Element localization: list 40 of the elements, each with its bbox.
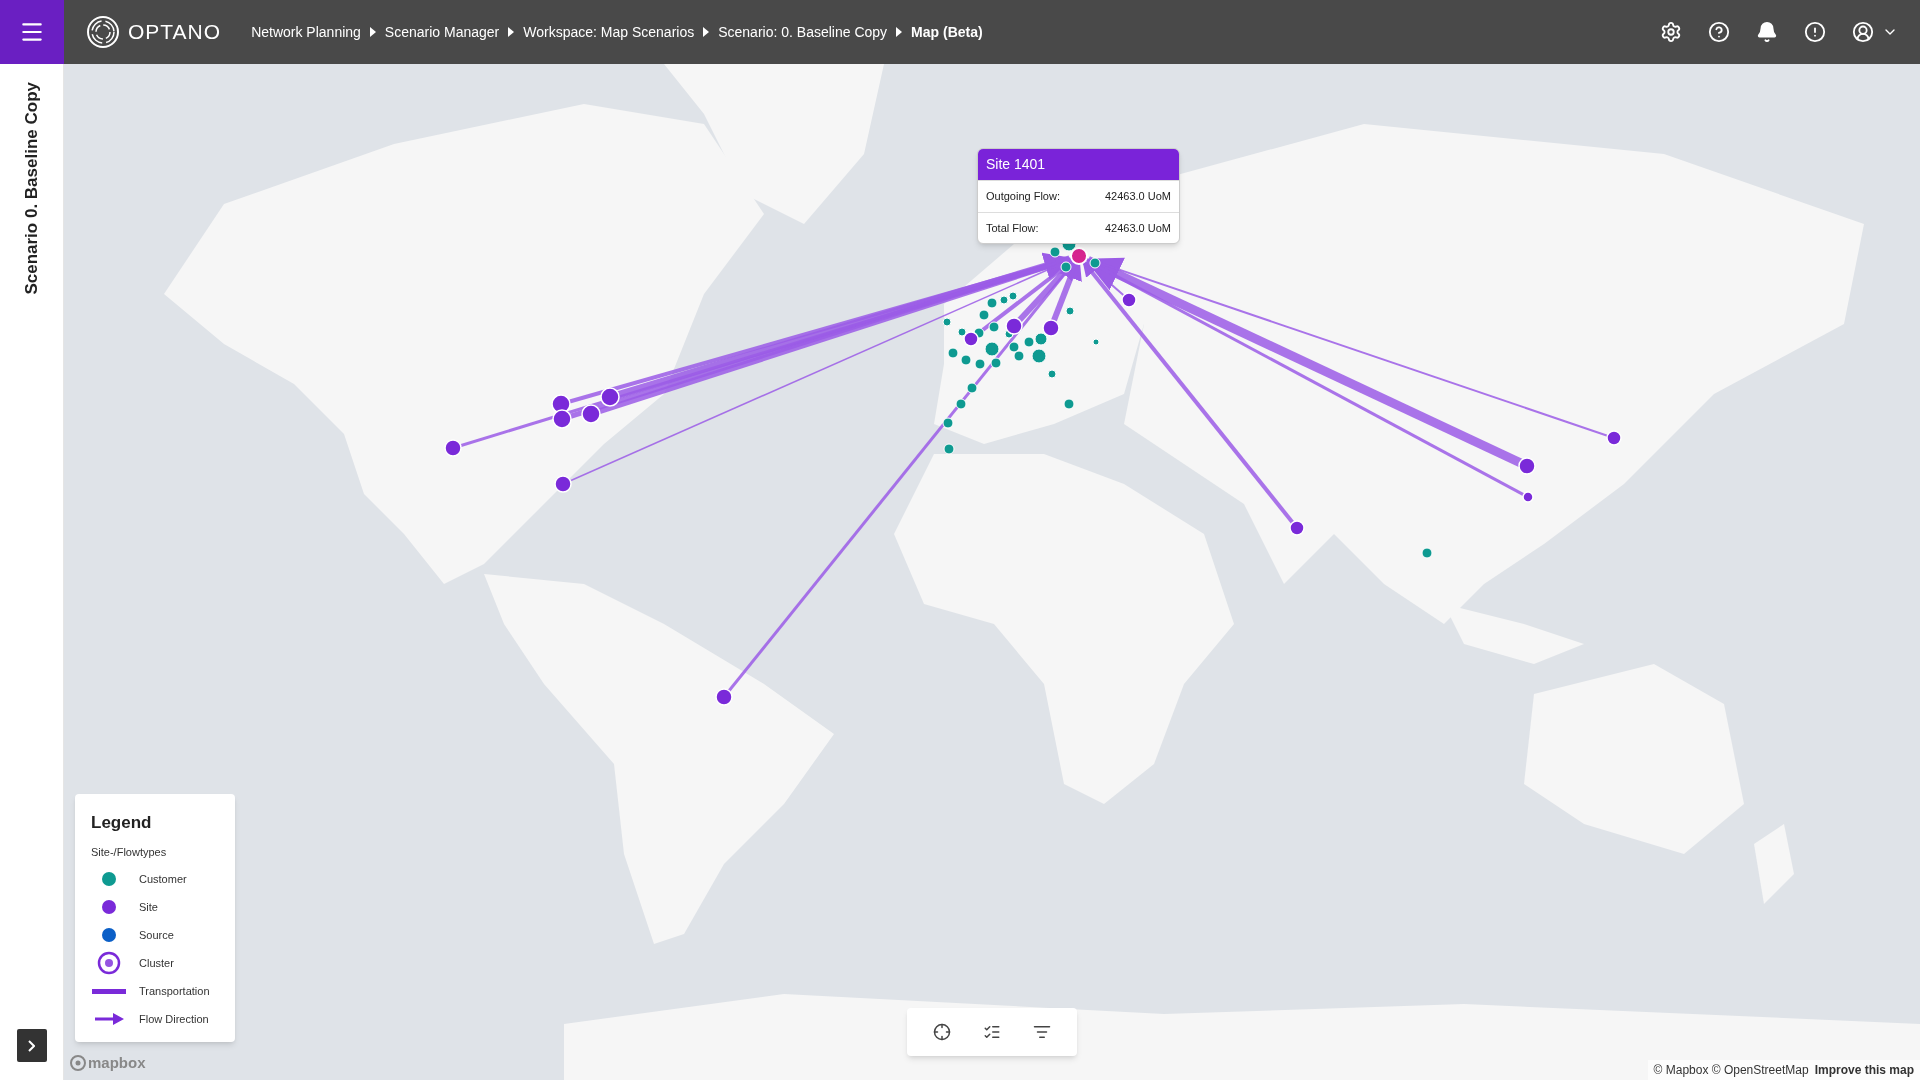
- tooltip-label: Outgoing Flow:: [986, 189, 1060, 204]
- breadcrumb-link[interactable]: Network Planning: [251, 21, 361, 43]
- settings-icon[interactable]: [1660, 21, 1682, 43]
- tooltip-value: 42463.0 UoM: [1104, 189, 1171, 204]
- tooltip-title: Site 1401: [978, 149, 1179, 180]
- user-icon[interactable]: [1852, 21, 1874, 43]
- bell-icon[interactable]: [1756, 21, 1778, 43]
- caret-icon: [895, 27, 904, 37]
- legend-label: Transportation: [139, 983, 210, 999]
- logo-icon: [86, 15, 120, 49]
- mapbox-mark-icon: [70, 1054, 86, 1071]
- legend-label: Site: [139, 899, 158, 915]
- breadcrumb-link[interactable]: Map (Beta): [911, 21, 983, 43]
- tooltip-label: Total Flow:: [986, 220, 1039, 236]
- caret-icon: [702, 27, 711, 37]
- breadcrumb-link[interactable]: Scenario Manager: [384, 21, 500, 43]
- expand-button[interactable]: [16, 1029, 47, 1062]
- breadcrumb-link[interactable]: Scenario: 0. Baseline Copy: [718, 21, 888, 43]
- sidebar-title: Scenario 0. Baseline Copy: [20, 82, 42, 295]
- legend-label: Customer: [139, 871, 187, 887]
- alert-icon[interactable]: [1804, 21, 1826, 43]
- legend-label: Cluster: [139, 955, 174, 971]
- caret-icon: [507, 27, 516, 37]
- mapbox-wordmark: mapbox: [88, 1052, 146, 1073]
- tooltip-value: 42463.0 UoM: [1104, 220, 1171, 236]
- improve-map-link[interactable]: Improve this map: [1814, 1061, 1914, 1079]
- legend-label: Source: [139, 927, 174, 943]
- breadcrumb-link[interactable]: Workspace: Map Scenarios: [523, 21, 695, 43]
- legend-subtitle: Site-/Flowtypes: [91, 844, 168, 860]
- map-attribution: © Mapbox © OpenStreetMap: [1653, 1062, 1809, 1079]
- legend-title: Legend: [91, 812, 153, 834]
- logo-text: OPTANO: [128, 19, 222, 46]
- locate-icon: [933, 1023, 951, 1041]
- list-icon: [983, 1023, 1001, 1041]
- help-icon[interactable]: [1708, 21, 1730, 43]
- menu-button[interactable]: [0, 0, 64, 64]
- caret-icon: [368, 27, 377, 37]
- chevron-right-icon: [28, 1039, 35, 1052]
- legend-label: Flow Direction: [139, 1011, 209, 1027]
- filter-icon: [1033, 1023, 1051, 1041]
